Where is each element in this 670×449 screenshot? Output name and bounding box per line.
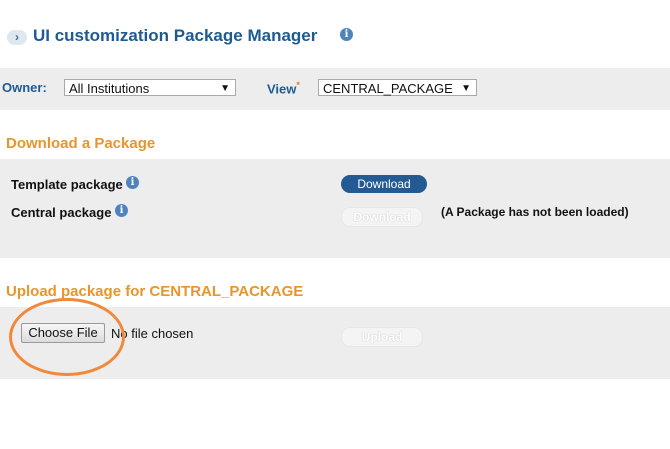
download-template-button[interactable]: Download bbox=[341, 175, 427, 193]
info-icon[interactable]: i bbox=[126, 176, 139, 189]
central-package-status: (A Package has not been loaded) bbox=[441, 205, 629, 219]
download-central-button: Download bbox=[341, 207, 423, 227]
dropdown-arrow-icon: ▼ bbox=[220, 83, 230, 94]
required-marker: * bbox=[296, 80, 300, 90]
upload-button: Upload bbox=[341, 327, 423, 347]
view-select[interactable]: CENTRAL_PACKAGE ▼ bbox=[318, 79, 477, 96]
dropdown-arrow-icon: ▼ bbox=[461, 83, 471, 94]
annotation-circle bbox=[9, 298, 125, 376]
view-label-text: View bbox=[267, 81, 297, 97]
upload-section-title: Upload package for CENTRAL_PACKAGE bbox=[6, 283, 304, 300]
download-section-title: Download a Package bbox=[6, 135, 156, 152]
view-select-value: CENTRAL_PACKAGE bbox=[323, 81, 453, 96]
view-label: View* bbox=[267, 80, 300, 96]
owner-select-value: All Institutions bbox=[69, 81, 150, 96]
chevron-right-icon: › bbox=[7, 30, 27, 45]
info-icon[interactable]: i bbox=[115, 204, 128, 217]
info-icon[interactable]: i bbox=[340, 28, 353, 41]
central-package-label: Central package bbox=[11, 205, 112, 220]
template-package-label: Template package bbox=[11, 177, 123, 192]
page-title: UI customization Package Manager bbox=[33, 26, 318, 45]
owner-select[interactable]: All Institutions ▼ bbox=[64, 79, 236, 96]
owner-label: Owner: bbox=[2, 80, 47, 95]
